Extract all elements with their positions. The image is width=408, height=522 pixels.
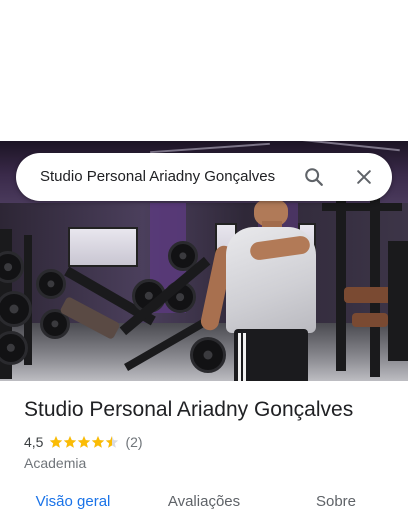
star-icon: [78, 436, 91, 448]
place-page: Studio Personal Ariadny Gonçalves Studio…: [0, 0, 408, 522]
tab-about[interactable]: Sobre: [302, 486, 370, 522]
review-count[interactable]: (2): [125, 434, 142, 450]
star-icon: [64, 436, 77, 448]
photo-pad: [352, 313, 388, 327]
place-category[interactable]: Academia: [24, 455, 86, 471]
star-icon: [50, 436, 63, 448]
rating-value: 4,5: [24, 434, 44, 450]
place-tabs: Visão geral Avaliações Sobre: [0, 486, 408, 522]
tab-reviews[interactable]: Avaliações: [156, 486, 252, 522]
photo-rack: [388, 241, 408, 361]
photo-window: [68, 227, 138, 267]
close-icon: [357, 170, 371, 184]
star-icon: [106, 436, 119, 448]
photo-plate: [36, 269, 66, 299]
search-input[interactable]: Studio Personal Ariadny Gonçalves: [40, 153, 275, 201]
search-button[interactable]: [298, 161, 330, 193]
photo-rack: [336, 201, 346, 371]
star-icon: [92, 436, 105, 448]
search-icon: [305, 168, 323, 186]
search-bar[interactable]: Studio Personal Ariadny Gonçalves: [16, 153, 392, 201]
photo-plate: [190, 337, 226, 373]
tab-overview[interactable]: Visão geral: [24, 486, 122, 522]
clear-button[interactable]: [348, 161, 380, 193]
person-shorts-stripe: [243, 333, 246, 381]
photo-rack: [322, 203, 402, 211]
rating-stars: [49, 435, 119, 449]
person-shorts-stripe: [238, 333, 241, 381]
place-title: Studio Personal Ariadny Gonçalves: [24, 398, 354, 421]
rating-row[interactable]: 4,5 (2): [24, 433, 143, 451]
